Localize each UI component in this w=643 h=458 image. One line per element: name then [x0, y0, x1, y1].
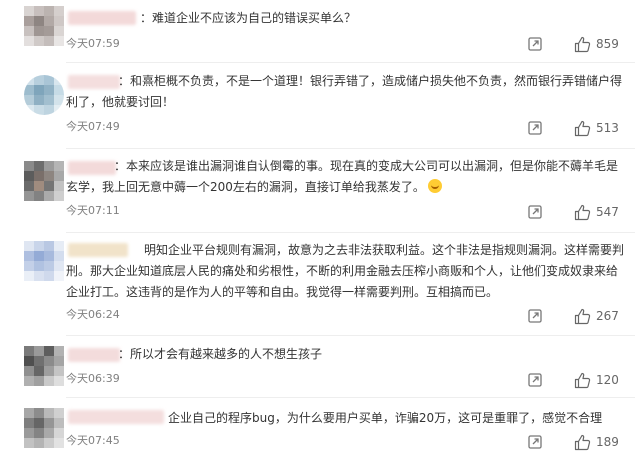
share-icon[interactable]: [528, 205, 542, 219]
like-button[interactable]: 120: [574, 371, 619, 389]
thumbs-up-icon: [574, 36, 591, 52]
like-count: 189: [596, 435, 619, 449]
thumbs-up-icon: [574, 308, 591, 324]
grin-emoji-icon: [427, 179, 442, 193]
comment-time: 今天07:59: [66, 35, 122, 51]
thumbs-up-icon: [574, 120, 591, 136]
comment-item: ：所以才会有越来越多的人不想生孩子 今天06:39 120: [0, 336, 643, 396]
comment-item: 明知企业平台规则有漏洞，故意为之去非法获取利益。这个非法是指规则漏洞。这样需要判…: [0, 233, 643, 335]
comment-body: ：本来应该是谁出漏洞谁自认倒霉的事。现在真的变成大公司可以出漏洞，但是你能不薅羊…: [66, 159, 619, 194]
comment-time: 今天06:39: [66, 370, 122, 386]
like-count: 859: [596, 37, 619, 51]
avatar[interactable]: [24, 346, 64, 386]
comment-text: 明知企业平台规则有漏洞，故意为之去非法获取利益。这个非法是指规则漏洞。这样需要判…: [66, 243, 625, 299]
like-count: 267: [596, 309, 619, 323]
like-count: 547: [596, 205, 619, 219]
like-button[interactable]: 267: [574, 307, 619, 325]
comment-text: ：本来应该是谁出漏洞谁自认倒霉的事。现在真的变成大公司可以出漏洞，但是你能不薅羊…: [66, 156, 625, 198]
comment-time: 今天07:45: [66, 432, 122, 448]
avatar[interactable]: [24, 241, 64, 281]
avatar[interactable]: [24, 6, 64, 46]
comment-text: ：难道企业不应该为自己的错误买单么？: [140, 11, 357, 25]
share-icon[interactable]: [528, 309, 542, 323]
username-blurred[interactable]: [68, 410, 164, 424]
like-button[interactable]: 513: [574, 119, 619, 137]
share-icon[interactable]: [528, 121, 542, 135]
comment-text: ：所以才会有越来越多的人不想生孩子: [118, 347, 323, 361]
like-count: 120: [596, 373, 619, 387]
comment-text: 企业自己的程序bug，为什么要用户买单，诈骗20万，这可是重罪了，感觉不合理: [168, 411, 603, 425]
comment-time: 今天06:24: [66, 306, 122, 322]
avatar[interactable]: [24, 75, 64, 115]
comment-time: 今天07:49: [66, 118, 122, 134]
comment-item: ：本来应该是谁出漏洞谁自认倒霉的事。现在真的变成大公司可以出漏洞，但是你能不薅羊…: [0, 149, 643, 232]
share-icon[interactable]: [528, 37, 542, 51]
comment-text: ：和熹柜概不负责，不是一个道理！银行弄错了，造成储户损失他不负责，然而银行弄错储…: [66, 74, 623, 109]
like-button[interactable]: 189: [574, 433, 619, 451]
comment-item: ：和熹柜概不负责，不是一个道理！银行弄错了，造成储户损失他不负责，然而银行弄错储…: [0, 63, 643, 147]
comment-item: 企业自己的程序bug，为什么要用户买单，诈骗20万，这可是重罪了，感觉不合理 今…: [0, 398, 643, 458]
like-button[interactable]: 859: [574, 35, 619, 53]
avatar[interactable]: [24, 161, 64, 201]
share-icon[interactable]: [528, 435, 542, 449]
username-blurred[interactable]: [68, 11, 136, 25]
like-count: 513: [596, 121, 619, 135]
like-button[interactable]: 547: [574, 203, 619, 221]
thumbs-up-icon: [574, 204, 591, 220]
thumbs-up-icon: [574, 372, 591, 388]
share-icon[interactable]: [528, 373, 542, 387]
comment-item: ：难道企业不应该为自己的错误买单么？ 今天07:59 859: [0, 0, 643, 62]
avatar[interactable]: [24, 408, 64, 448]
comment-time: 今天07:11: [66, 202, 122, 218]
thumbs-up-icon: [574, 434, 591, 450]
